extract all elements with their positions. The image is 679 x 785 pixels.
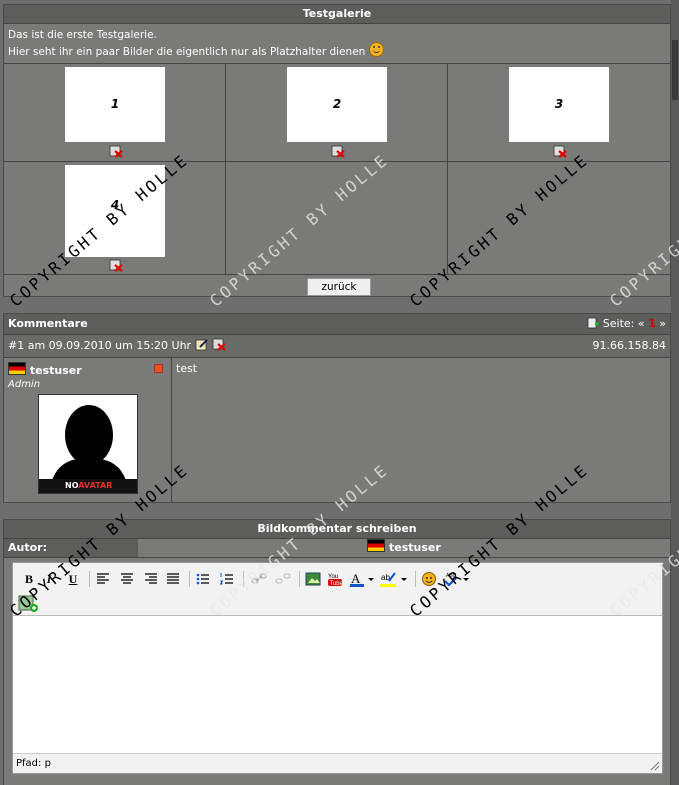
- page-current[interactable]: 1: [648, 317, 656, 330]
- intro-line-2: Hier seht ihr ein paar Bilder die eigent…: [8, 46, 366, 58]
- delete-comment-icon[interactable]: [212, 338, 226, 351]
- back-row: zurück: [4, 275, 670, 299]
- gallery-thumbnail[interactable]: 3: [509, 67, 609, 142]
- comment-meta-row: #1 am 09.09.2010 um 15:20 Uhr 91.66.158.…: [4, 335, 670, 358]
- avatar: NOAVATAR: [38, 394, 138, 494]
- comment-ip: 91.66.158.84: [592, 339, 666, 352]
- gallery-title: Testgalerie: [4, 5, 670, 24]
- comment-editor: B I U You Tube A ab ABC Pfad: p: [12, 562, 663, 774]
- editor-textarea[interactable]: [13, 616, 662, 753]
- scrollbar-thumb[interactable]: [672, 40, 678, 100]
- align-left-icon[interactable]: [95, 571, 111, 587]
- grid-cell: 1: [4, 64, 226, 162]
- comment-user-role: Admin: [8, 379, 41, 390]
- comment-date: am 09.09.2010 um 15:20 Uhr: [27, 339, 192, 352]
- author-name: testuser: [389, 541, 441, 554]
- comment-number: #1: [8, 339, 25, 352]
- back-button[interactable]: zurück: [307, 278, 371, 296]
- page-label: Seite:: [602, 317, 635, 330]
- pagination: Seite: « 1 »: [587, 314, 666, 334]
- align-right-icon[interactable]: [143, 571, 159, 587]
- highlight-color-icon[interactable]: ab: [379, 571, 409, 587]
- page-prev-link[interactable]: «: [638, 317, 645, 330]
- intro-line-1: Das ist die erste Testgalerie.: [8, 29, 157, 41]
- gallery-intro: Das ist die erste Testgalerie. Hier seht…: [4, 24, 670, 63]
- comments-header: Kommentare Seite: « 1 »: [4, 314, 670, 335]
- german-flag-icon: [367, 539, 386, 552]
- german-flag-icon: [8, 362, 26, 375]
- bullet-list-icon[interactable]: [195, 571, 211, 587]
- align-justify-icon[interactable]: [165, 571, 181, 587]
- insert-image-icon[interactable]: [305, 571, 321, 587]
- comment-username[interactable]: testuser: [30, 364, 82, 377]
- edit-comment-icon[interactable]: [195, 338, 209, 351]
- page-scrollbar[interactable]: [671, 0, 679, 785]
- add-comment-icon[interactable]: [587, 317, 600, 329]
- gallery-thumbnail[interactable]: 2: [287, 67, 387, 142]
- delete-image-icon[interactable]: [109, 145, 123, 158]
- gallery-thumbnail[interactable]: 1: [65, 67, 165, 142]
- unlink-icon[interactable]: [275, 571, 291, 587]
- grid-cell: 2: [226, 64, 448, 162]
- delete-image-icon[interactable]: [553, 145, 567, 158]
- comment-user-column: testuser Admin NOAVATAR: [4, 358, 172, 503]
- grid-cell: 3: [448, 64, 670, 162]
- editor-path-bar: Pfad: p: [13, 753, 662, 773]
- online-status-icon: [154, 364, 163, 373]
- svg-text:Tube: Tube: [330, 581, 344, 587]
- text-color-icon[interactable]: A: [349, 571, 375, 587]
- editor-toolbar: B I U You Tube A ab ABC: [13, 563, 662, 616]
- gallery-panel: Testgalerie Das ist die erste Testgaleri…: [3, 4, 671, 297]
- delete-image-icon[interactable]: [331, 145, 345, 158]
- align-center-icon[interactable]: [119, 571, 135, 587]
- svg-text:A: A: [351, 571, 361, 586]
- youtube-icon[interactable]: YouTube: [327, 571, 343, 587]
- comments-title: Kommentare: [8, 317, 88, 330]
- resize-handle-icon[interactable]: [650, 761, 660, 771]
- delete-image-icon[interactable]: [109, 259, 123, 272]
- comment-message: test: [176, 362, 198, 375]
- page-next-link[interactable]: »: [659, 317, 666, 330]
- avatar-text-avatar: AVATAR: [78, 481, 113, 490]
- smiley-icon: [368, 42, 384, 57]
- avatar-text-no: NO: [65, 481, 79, 490]
